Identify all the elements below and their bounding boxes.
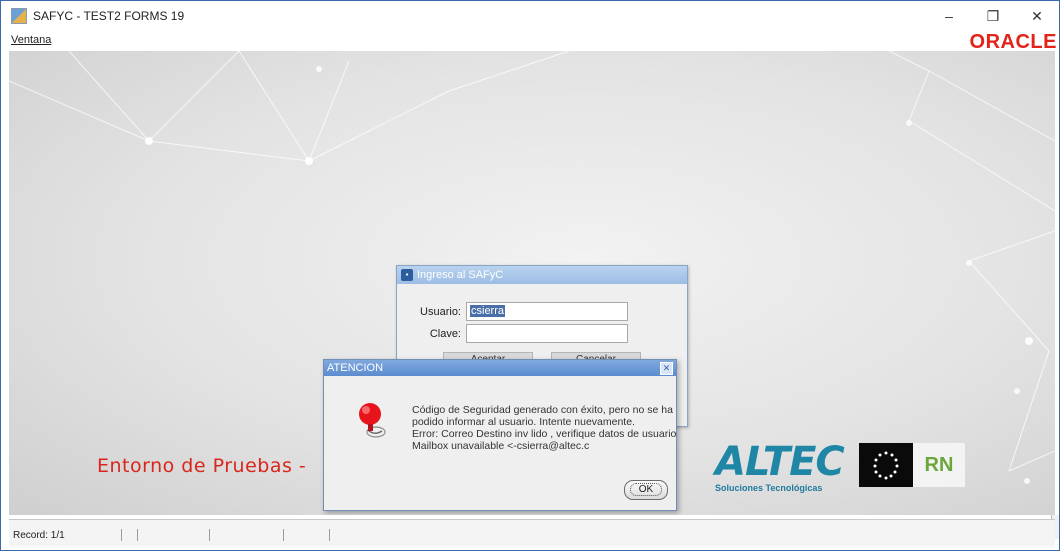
user-input-value: csierra xyxy=(470,305,506,317)
alert-close-button[interactable]: ✕ xyxy=(660,362,673,375)
window-title: SAFYC - TEST2 FORMS 19 xyxy=(33,9,185,23)
menu-bar: Ventana xyxy=(1,31,1059,49)
ok-button-label: OK xyxy=(629,483,663,496)
window-controls: – ❐ ✕ xyxy=(927,1,1059,31)
alert-message: Código de Seguridad generado con éxito, … xyxy=(412,404,677,452)
rn-logo: RN xyxy=(913,443,965,487)
eu-stars-logo xyxy=(859,443,913,487)
environment-label: Entorno de Pruebas - xyxy=(97,455,307,477)
alert-message-line: Código de Seguridad generado con éxito, … xyxy=(412,404,673,416)
password-label: Clave: xyxy=(429,327,461,340)
forms-workspace: Entorno de Pruebas - ALTEC Soluciones Te… xyxy=(9,51,1055,515)
title-bar: SAFYC - TEST2 FORMS 19 – ❐ ✕ xyxy=(1,1,1059,31)
password-input[interactable] xyxy=(466,324,628,343)
alert-dialog-title: ATENCION xyxy=(327,362,384,374)
user-row: Usuario: csierra xyxy=(403,302,628,321)
altec-logo-subtitle: Soluciones Tecnológicas xyxy=(715,483,823,493)
status-separator xyxy=(137,529,138,541)
record-indicator: Record: 1/1 xyxy=(13,530,65,541)
user-input[interactable]: csierra xyxy=(466,302,628,321)
user-label: Usuario: xyxy=(420,305,461,318)
minimize-button[interactable]: – xyxy=(927,1,971,31)
stars-circle-icon xyxy=(873,451,899,480)
ok-button[interactable]: OK xyxy=(624,480,668,500)
alert-message-line: podido informar al usuario. Intente nuev… xyxy=(412,416,635,428)
close-button[interactable]: ✕ xyxy=(1015,1,1059,31)
java-app-icon xyxy=(11,8,27,24)
status-bar: Record: 1/1 xyxy=(9,519,1055,546)
alert-bell-icon xyxy=(359,403,386,438)
restore-button[interactable]: ❐ xyxy=(971,1,1015,31)
forms-window-icon: ▪ xyxy=(401,269,413,281)
login-dialog-title: Ingreso al SAFyC xyxy=(417,269,504,281)
login-dialog-titlebar[interactable]: ▪ Ingreso al SAFyC xyxy=(397,266,687,284)
app-window: SAFYC - TEST2 FORMS 19 – ❐ ✕ Ventana ORA… xyxy=(0,0,1060,551)
status-separator xyxy=(121,529,122,541)
alert-message-line: Mailbox unavailable <-csierra@altec.c xyxy=(412,440,590,452)
altec-logo-word: ALTEC xyxy=(715,439,845,485)
alert-dialog: ATENCION ✕ Código de Seguridad generado … xyxy=(323,359,677,511)
status-separator xyxy=(209,529,210,541)
alert-dialog-titlebar[interactable]: ATENCION ✕ xyxy=(324,360,676,376)
menu-ventana[interactable]: Ventana xyxy=(11,34,51,46)
alert-message-line: Error: Correo Destino inv lido , verifiq… xyxy=(412,428,677,440)
password-row: Clave: xyxy=(403,324,628,343)
status-separator xyxy=(283,529,284,541)
oracle-logo: ORACLE xyxy=(969,31,1057,53)
altec-logo: ALTEC Soluciones Tecnológicas xyxy=(709,439,849,495)
status-separator xyxy=(329,529,330,541)
